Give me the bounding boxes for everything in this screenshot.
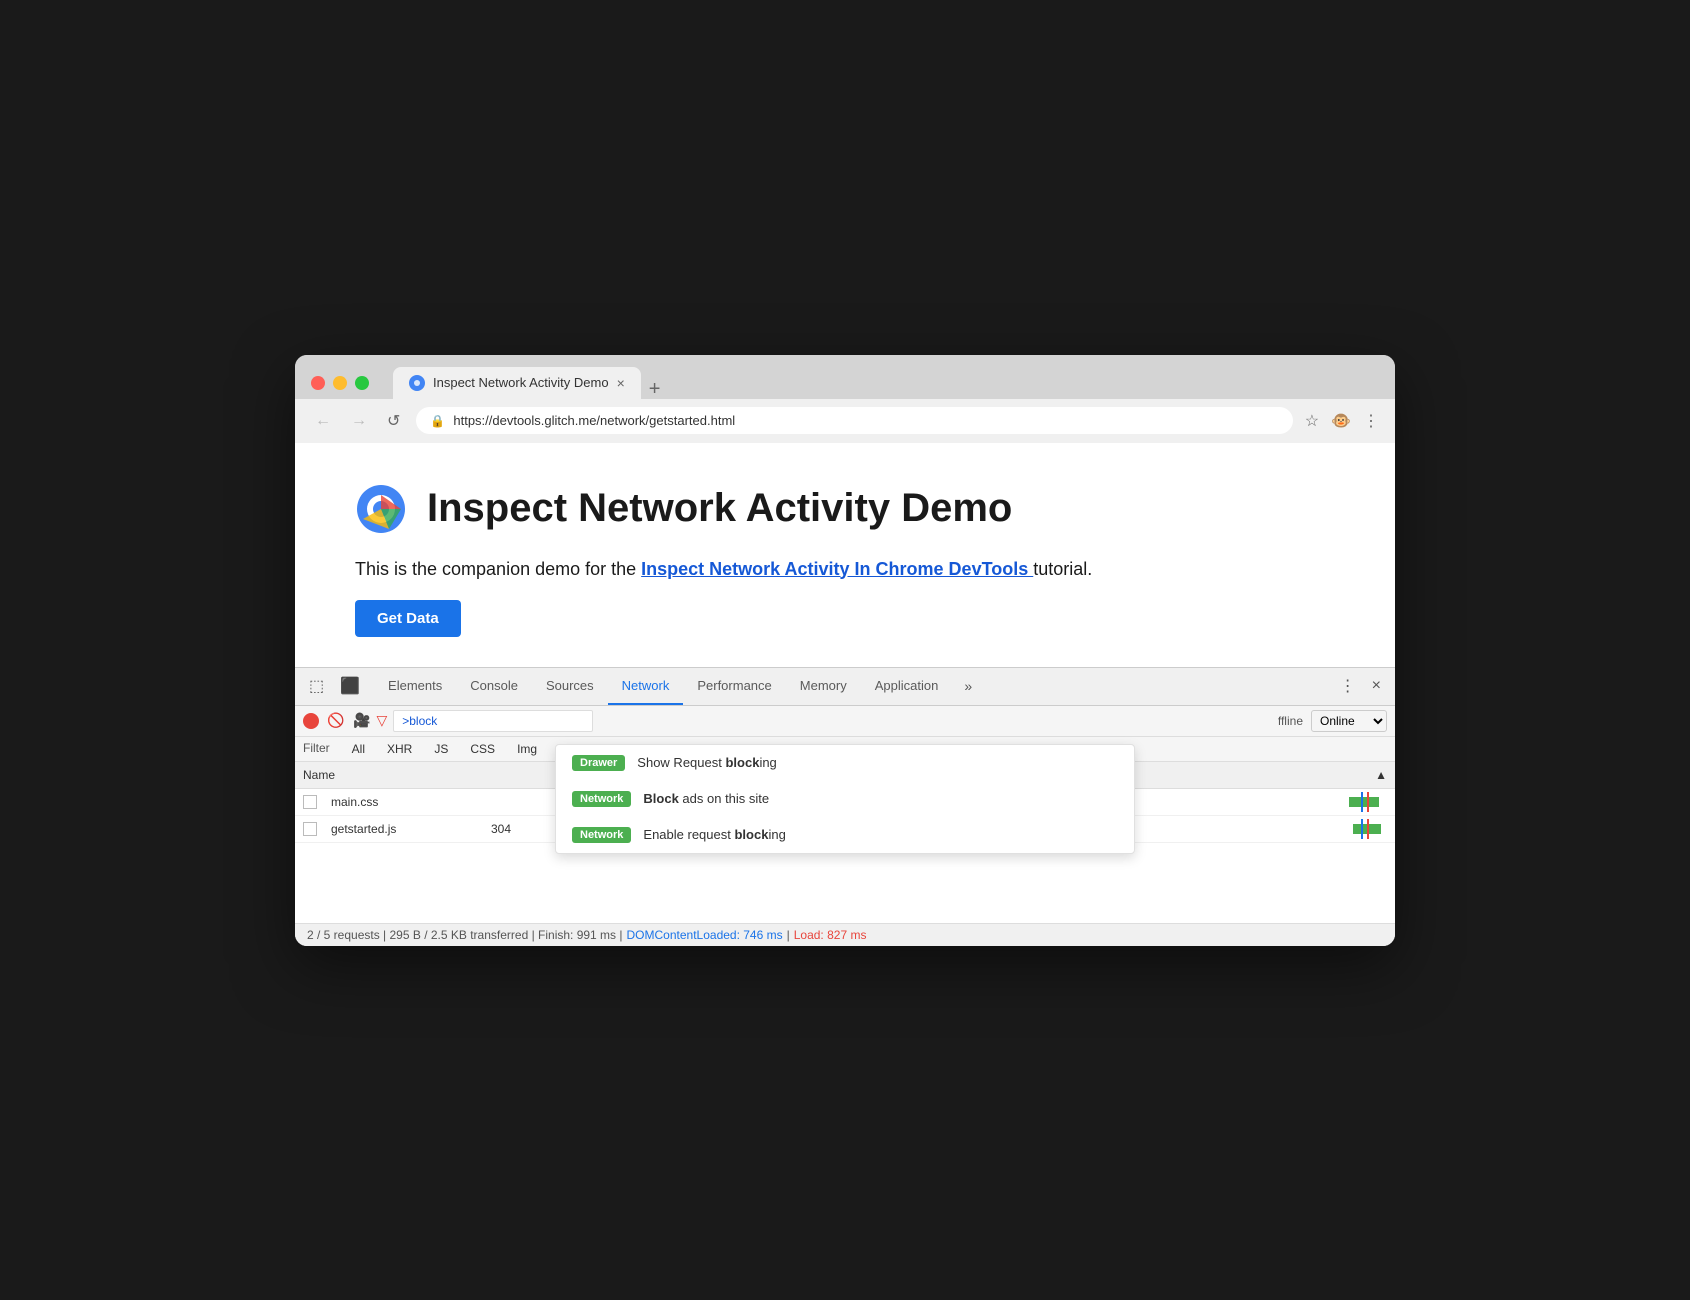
autocomplete-item-network-1[interactable]: Network Block ads on this site	[556, 781, 1134, 817]
tab-elements[interactable]: Elements	[374, 668, 456, 705]
filter-chip-all[interactable]: All	[344, 741, 373, 757]
page-header: Inspect Network Activity Demo	[355, 483, 1335, 535]
title-bar: Inspect Network Activity Demo × +	[295, 355, 1395, 399]
throttle-select[interactable]: Online Fast 3G Slow 3G Offline	[1311, 710, 1387, 732]
row-name-1: main.css	[323, 793, 483, 811]
tab-favicon	[409, 375, 425, 391]
devtools-link[interactable]: Inspect Network Activity In Chrome DevTo…	[641, 559, 1033, 579]
devtools-more-icon[interactable]: ⋮	[1334, 668, 1362, 704]
waterfall-bar-1	[1349, 797, 1379, 807]
inspect-element-icon[interactable]: ⬚	[303, 668, 330, 704]
tab-sources[interactable]: Sources	[532, 668, 608, 705]
menu-icon[interactable]: ⋮	[1363, 411, 1379, 431]
tab-application[interactable]: Application	[861, 668, 953, 705]
waterfall-line-red-2	[1367, 819, 1369, 839]
network-right-toolbar: ffline Online Fast 3G Slow 3G Offline	[1278, 710, 1387, 732]
clear-button[interactable]: 🚫	[325, 710, 347, 732]
reload-button[interactable]: ↺	[383, 407, 404, 435]
page-description: This is the companion demo for the Inspe…	[355, 559, 1335, 580]
tab-title: Inspect Network Activity Demo	[433, 375, 609, 390]
traffic-lights	[311, 376, 369, 390]
filter-label: Filter	[303, 741, 330, 757]
network-badge-1: Network	[572, 791, 631, 807]
forward-button[interactable]: →	[347, 408, 371, 434]
autocomplete-text-1: Show Request blocking	[637, 755, 777, 770]
tab-network[interactable]: Network	[608, 668, 684, 705]
row-name-2: getstarted.js	[323, 820, 483, 838]
waterfall-line-blue-2	[1361, 819, 1363, 839]
network-badge-2: Network	[572, 827, 631, 843]
browser-window: Inspect Network Activity Demo × + ← → ↺ …	[295, 355, 1395, 946]
devtools-panel: ⬚ ⬛ Elements Console Sources Network Per…	[295, 667, 1395, 946]
more-tabs-icon[interactable]: »	[956, 670, 980, 702]
filter-chip-css[interactable]: CSS	[462, 741, 503, 757]
status-bar: 2 / 5 requests | 295 B / 2.5 KB transfer…	[295, 923, 1395, 946]
address-bar: ← → ↺ 🔒 https://devtools.glitch.me/netwo…	[295, 399, 1395, 443]
autocomplete-text-3: Enable request blocking	[643, 827, 785, 842]
header-status	[455, 766, 525, 784]
browser-tab[interactable]: Inspect Network Activity Demo ×	[393, 367, 641, 399]
lock-icon: 🔒	[430, 414, 445, 428]
device-toolbar-icon[interactable]: ⬛	[334, 668, 366, 704]
autocomplete-dropdown: Drawer Show Request blocking Network Blo…	[555, 744, 1135, 854]
get-data-button[interactable]: Get Data	[355, 600, 461, 637]
back-button[interactable]: ←	[311, 408, 335, 434]
tab-console[interactable]: Console	[456, 668, 532, 705]
filter-icon[interactable]: ▽	[376, 712, 387, 729]
autocomplete-item-drawer[interactable]: Drawer Show Request blocking	[556, 745, 1134, 781]
offline-label: ffline	[1278, 714, 1303, 728]
avatar-icon[interactable]: 🐵	[1331, 411, 1351, 431]
header-name: Name	[295, 766, 455, 784]
waterfall-line-red	[1367, 792, 1369, 812]
chrome-logo	[355, 483, 407, 535]
maximize-button[interactable]	[355, 376, 369, 390]
description-prefix: This is the companion demo for the	[355, 559, 641, 579]
status-requests: 2 / 5 requests | 295 B / 2.5 KB transfer…	[307, 928, 623, 942]
empty-space	[295, 843, 1395, 923]
network-toolbar: 🚫 🎥 ▽ Drawer Show Request blocking Netwo…	[295, 706, 1395, 737]
status-load: Load: 827 ms	[794, 928, 867, 942]
row-status-2: 304	[483, 820, 553, 838]
filter-chip-xhr[interactable]: XHR	[379, 741, 420, 757]
devtools-icon-group: ⬚ ⬛	[303, 668, 366, 704]
new-tab-button[interactable]: +	[641, 379, 669, 399]
filter-chip-img[interactable]: Img	[509, 741, 545, 757]
filter-chip-js[interactable]: JS	[426, 741, 456, 757]
tab-close-icon[interactable]: ×	[617, 375, 625, 391]
tab-bar: Inspect Network Activity Demo × +	[393, 367, 1379, 399]
devtools-actions: ⋮ ×	[1334, 668, 1387, 704]
drawer-badge: Drawer	[572, 755, 625, 771]
page-title: Inspect Network Activity Demo	[427, 486, 1012, 531]
status-separator: |	[787, 928, 790, 942]
autocomplete-text-2: Block ads on this site	[643, 791, 769, 806]
row-checkbox-1	[303, 795, 317, 809]
waterfall-line-blue	[1361, 792, 1363, 812]
devtools-tabbar: ⬚ ⬛ Elements Console Sources Network Per…	[295, 668, 1395, 706]
screenshot-button[interactable]: 🎥	[353, 712, 370, 729]
close-button[interactable]	[311, 376, 325, 390]
tab-memory[interactable]: Memory	[786, 668, 861, 705]
tab-performance[interactable]: Performance	[683, 668, 785, 705]
row-status-1	[483, 800, 553, 804]
devtools-close-icon[interactable]: ×	[1366, 669, 1387, 703]
description-suffix: tutorial.	[1033, 559, 1092, 579]
status-dom-loaded: DOMContentLoaded: 746 ms	[627, 928, 783, 942]
minimize-button[interactable]	[333, 376, 347, 390]
page-content: Inspect Network Activity Demo This is th…	[295, 443, 1395, 667]
filter-input[interactable]	[393, 710, 593, 732]
address-actions: ☆ 🐵 ⋮	[1305, 411, 1379, 431]
row-checkbox-2	[303, 822, 317, 836]
record-button[interactable]	[303, 713, 319, 729]
url-bar[interactable]: 🔒 https://devtools.glitch.me/network/get…	[416, 407, 1292, 434]
url-text: https://devtools.glitch.me/network/getst…	[453, 413, 735, 428]
autocomplete-item-network-2[interactable]: Network Enable request blocking	[556, 817, 1134, 853]
bookmark-icon[interactable]: ☆	[1305, 411, 1319, 431]
